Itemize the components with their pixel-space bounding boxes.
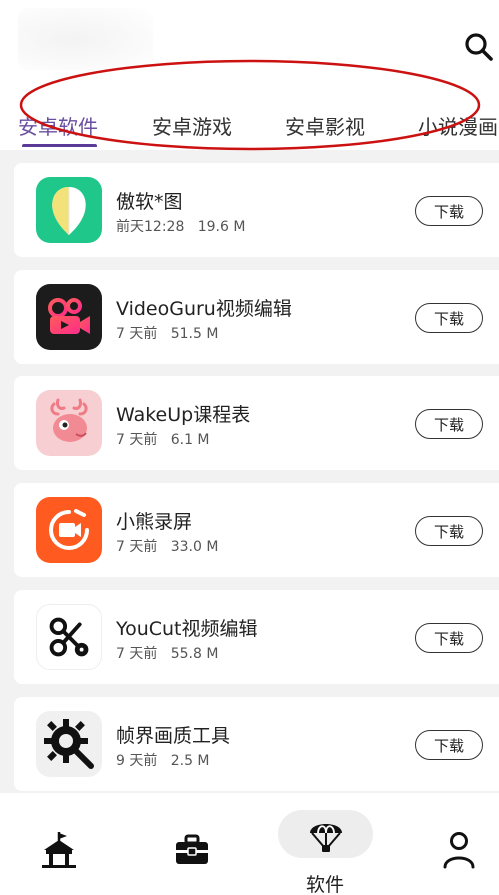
toolbox-icon	[176, 834, 208, 864]
download-button[interactable]: 下载	[415, 730, 483, 760]
tab-android-software[interactable]: 安卓软件	[18, 111, 98, 140]
bottom-navigation: 软件	[0, 793, 499, 895]
list-item[interactable]: 傲软*图 前天12:28 19.6 M 下载	[14, 163, 499, 257]
app-size: 2.5 M	[170, 753, 210, 769]
category-tabs: 安卓软件 安卓游戏 安卓影视 小说漫画	[0, 103, 499, 147]
app-size: 51.5 M	[170, 326, 219, 342]
nav-item-profile[interactable]	[442, 831, 476, 869]
app-size: 33.0 M	[170, 539, 219, 555]
list-item[interactable]: 帧界画质工具 9 天前 2.5 M 下载	[14, 697, 499, 791]
app-meta: 9 天前 2.5 M	[116, 750, 210, 770]
download-button[interactable]: 下载	[415, 303, 483, 333]
app-size: 19.6 M	[197, 219, 246, 235]
app-meta: 前天12:28 19.6 M	[116, 216, 245, 236]
app-name: 帧界画质工具	[116, 725, 231, 747]
parachute-icon	[310, 824, 342, 852]
nav-label-software: 软件	[306, 874, 345, 895]
blurred-logo	[18, 8, 153, 70]
tab-android-video[interactable]: 安卓影视	[285, 111, 365, 140]
profile-icon	[443, 832, 475, 869]
nav-item-park[interactable]	[40, 830, 78, 870]
app-meta: 7 天前 51.5 M	[116, 323, 218, 343]
download-button[interactable]: 下载	[415, 516, 483, 546]
app-meta: 7 天前 55.8 M	[116, 643, 218, 663]
app-time: 前天12:28	[116, 219, 185, 235]
park-icon	[42, 832, 76, 868]
app-name: VideoGuru视频编辑	[116, 298, 292, 320]
download-button[interactable]: 下载	[415, 409, 483, 439]
list-item[interactable]: YouCut视频编辑 7 天前 55.8 M 下载	[14, 590, 499, 684]
list-item[interactable]: 小熊录屏 7 天前 33.0 M 下载	[14, 483, 499, 577]
list-item[interactable]: VideoGuru视频编辑 7 天前 51.5 M 下载	[14, 270, 499, 364]
download-button[interactable]: 下载	[415, 196, 483, 226]
app-size: 6.1 M	[170, 432, 210, 448]
app-name: 傲软*图	[116, 191, 183, 213]
list-item[interactable]: WakeUp课程表 7 天前 6.1 M 下载	[14, 376, 499, 470]
app-name: 小熊录屏	[116, 511, 193, 533]
app-meta: 7 天前 33.0 M	[116, 536, 218, 556]
video-camera-icon	[36, 284, 102, 350]
deer-icon	[36, 390, 102, 456]
nav-item-software[interactable]	[306, 815, 346, 853]
tab-novels-comics[interactable]: 小说漫画	[418, 111, 498, 140]
nav-item-toolbox[interactable]	[174, 833, 210, 867]
active-tab-indicator	[22, 144, 97, 147]
app-size: 55.8 M	[170, 646, 219, 662]
search-button[interactable]	[462, 30, 496, 64]
top-header: 安卓软件 安卓游戏 安卓影视 小说漫画	[0, 0, 499, 150]
app-name: YouCut视频编辑	[116, 618, 258, 640]
tab-android-games[interactable]: 安卓游戏	[152, 111, 232, 140]
gear-icon	[36, 711, 102, 777]
app-meta: 7 天前 6.1 M	[116, 429, 210, 449]
scissors-icon	[36, 604, 102, 670]
search-icon	[465, 33, 493, 61]
screen-record-icon	[36, 497, 102, 563]
download-button[interactable]: 下载	[415, 623, 483, 653]
app-time: 9 天前	[116, 753, 158, 769]
app-time: 7 天前	[116, 326, 158, 342]
leaf-icon	[36, 177, 102, 243]
app-time: 7 天前	[116, 432, 158, 448]
app-name: WakeUp课程表	[116, 404, 251, 426]
app-time: 7 天前	[116, 539, 158, 555]
app-time: 7 天前	[116, 646, 158, 662]
